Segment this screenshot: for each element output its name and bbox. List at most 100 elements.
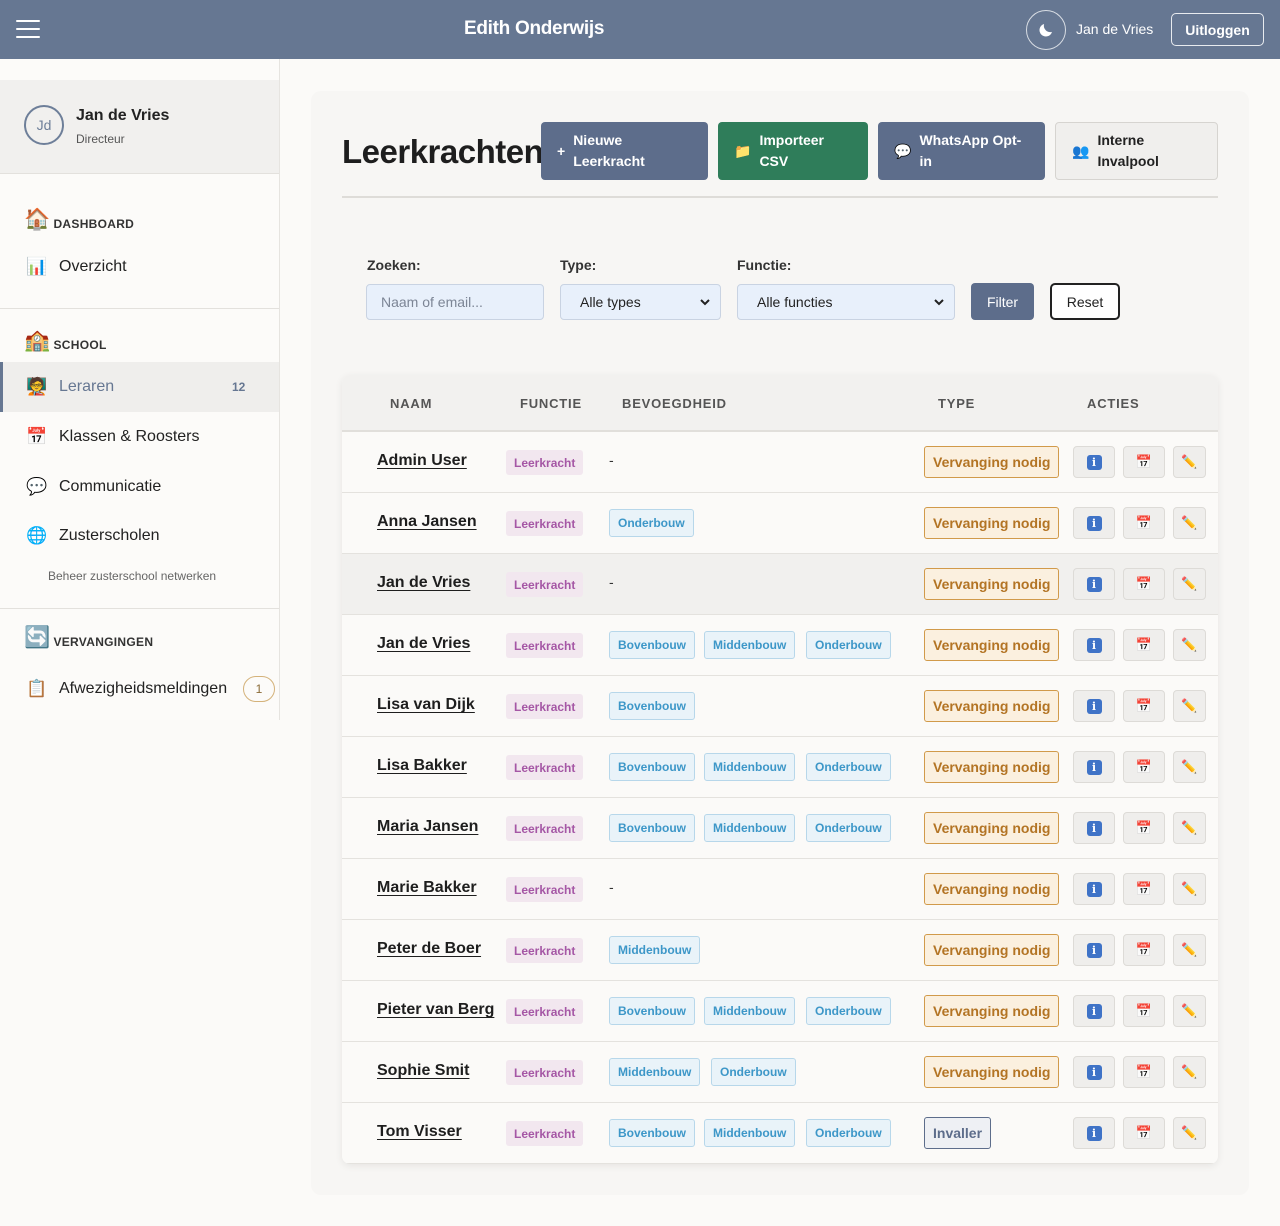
info-button[interactable]: i [1073, 507, 1115, 539]
hamburger-icon[interactable] [16, 20, 40, 40]
teacher-name-link[interactable]: Tom Visser [377, 1123, 462, 1141]
reset-button[interactable]: Reset [1050, 283, 1120, 320]
sidebar-item-label: Zusterscholen [59, 527, 160, 544]
filter-button[interactable]: Filter [971, 283, 1034, 320]
teacher-name-link[interactable]: Marie Bakker [377, 879, 477, 897]
new-teacher-button[interactable]: + Nieuwe Leerkracht [541, 122, 708, 180]
teacher-name-link[interactable]: Sophie Smit [377, 1062, 469, 1080]
schedule-button[interactable]: 📅 [1123, 873, 1165, 905]
teacher-name-link[interactable]: Peter de Boer [377, 940, 481, 958]
whatsapp-optin-button[interactable]: 💬 WhatsApp Opt-in [878, 122, 1045, 180]
column-header-naam[interactable]: NAAM [390, 396, 432, 411]
info-button[interactable]: i [1073, 568, 1115, 600]
column-header-functie[interactable]: FUNCTIE [520, 396, 582, 411]
qualification-badge: Bovenbouw [609, 631, 695, 659]
function-badge: Leerkracht [506, 450, 584, 475]
type-badge: Vervanging nodig [924, 690, 1060, 722]
info-button[interactable]: i [1073, 1056, 1115, 1088]
moon-icon [1039, 24, 1052, 37]
info-button[interactable]: i [1073, 873, 1115, 905]
info-button[interactable]: i [1073, 934, 1115, 966]
edit-button[interactable]: ✏️ [1173, 1117, 1206, 1149]
edit-button[interactable]: ✏️ [1173, 934, 1206, 966]
teacher-name-link[interactable]: Anna Jansen [377, 513, 477, 531]
globe-icon: 🌐 [26, 526, 48, 545]
info-button[interactable]: i [1073, 995, 1115, 1027]
sidebar-item-communicatie[interactable]: 💬 Communicatie [0, 462, 279, 512]
schedule-button[interactable]: 📅 [1123, 446, 1165, 478]
edit-button[interactable]: ✏️ [1173, 751, 1206, 783]
edit-button[interactable]: ✏️ [1173, 568, 1206, 600]
teacher-name-link[interactable]: Lisa Bakker [377, 757, 467, 775]
sidebar-item-afwezigheid[interactable]: 📋 Afwezigheidsmeldingen 1 [0, 664, 279, 714]
import-csv-button[interactable]: 📁 Importeer CSV [718, 122, 868, 180]
schedule-button[interactable]: 📅 [1123, 995, 1165, 1027]
schedule-button[interactable]: 📅 [1123, 1056, 1165, 1088]
type-badge: Vervanging nodig [924, 568, 1060, 600]
theme-toggle-button[interactable] [1026, 10, 1066, 50]
type-badge: Vervanging nodig [924, 812, 1060, 844]
calendar-icon: 📅 [1135, 576, 1153, 591]
pencil-icon: ✏️ [1181, 759, 1198, 774]
schedule-button[interactable]: 📅 [1123, 751, 1165, 783]
type-select[interactable]: Alle types [560, 284, 721, 320]
column-header-bevoegdheid[interactable]: BEVOEGDHEID [622, 396, 727, 411]
search-input[interactable]: Naam of email... [366, 284, 544, 320]
pencil-icon: ✏️ [1181, 820, 1198, 835]
logout-button[interactable]: Uitloggen [1171, 13, 1264, 46]
calendar-icon: 📅 [1135, 1003, 1153, 1018]
qualification-badge: Bovenbouw [609, 814, 695, 842]
edit-button[interactable]: ✏️ [1173, 629, 1206, 661]
teacher-name-link[interactable]: Lisa van Dijk [377, 696, 475, 714]
function-badge: Leerkracht [506, 633, 584, 658]
info-button[interactable]: i [1073, 1117, 1115, 1149]
section-school-label: SCHOOL [53, 338, 107, 352]
teacher-name-link[interactable]: Admin User [377, 452, 467, 470]
info-icon: i [1086, 637, 1102, 653]
info-button[interactable]: i [1073, 446, 1115, 478]
schedule-button[interactable]: 📅 [1123, 1117, 1165, 1149]
edit-button[interactable]: ✏️ [1173, 873, 1206, 905]
section-school: 🏫 SCHOOL [24, 329, 107, 353]
info-button[interactable]: i [1073, 690, 1115, 722]
function-select[interactable]: Alle functies [737, 284, 955, 320]
section-dashboard: 🏠 DASHBOARD [24, 208, 134, 232]
type-badge: Vervanging nodig [924, 1056, 1060, 1088]
column-header-type[interactable]: TYPE [938, 396, 975, 411]
teacher-name-link[interactable]: Maria Jansen [377, 818, 478, 836]
schedule-button[interactable]: 📅 [1123, 934, 1165, 966]
schedule-button[interactable]: 📅 [1123, 812, 1165, 844]
edit-button[interactable]: ✏️ [1173, 690, 1206, 722]
teacher-name-link[interactable]: Jan de Vries [377, 574, 470, 592]
qualification-badge: Onderbouw [806, 631, 891, 659]
chevron-down-icon [700, 299, 710, 306]
schedule-button[interactable]: 📅 [1123, 629, 1165, 661]
sidebar-item-overzicht[interactable]: 📊 Overzicht [0, 242, 279, 292]
edit-button[interactable]: ✏️ [1173, 446, 1206, 478]
schedule-button[interactable]: 📅 [1123, 690, 1165, 722]
sidebar-item-zusterscholen[interactable]: 🌐 Zusterscholen [0, 511, 279, 561]
house-icon: 🏠 [24, 208, 51, 231]
sidebar-item-label: Communicatie [59, 478, 162, 495]
edit-button[interactable]: ✏️ [1173, 995, 1206, 1027]
edit-button[interactable]: ✏️ [1173, 812, 1206, 844]
sidebar-item-klassen[interactable]: 📅 Klassen & Roosters [0, 412, 279, 462]
function-badge: Leerkracht [506, 816, 584, 841]
teacher-name-link[interactable]: Jan de Vries [377, 635, 470, 653]
edit-button[interactable]: ✏️ [1173, 1056, 1206, 1088]
schedule-button[interactable]: 📅 [1123, 507, 1165, 539]
info-button[interactable]: i [1073, 629, 1115, 661]
schedule-button[interactable]: 📅 [1123, 568, 1165, 600]
pencil-icon: ✏️ [1181, 637, 1198, 652]
school-building-icon: 🏫 [24, 329, 51, 352]
type-badge: Vervanging nodig [924, 507, 1060, 539]
sidebar-item-leraren[interactable]: 🧑‍🏫 Leraren 12 [0, 362, 279, 412]
teacher-name-link[interactable]: Pieter van Berg [377, 1001, 494, 1019]
info-button[interactable]: i [1073, 812, 1115, 844]
info-button[interactable]: i [1073, 751, 1115, 783]
sidebar-item-label: Afwezigheidsmeldingen [59, 680, 228, 697]
header-user-name: Jan de Vries [1076, 21, 1154, 37]
internal-invalpool-button[interactable]: 👥 Interne Invalpool [1055, 122, 1218, 180]
calendar-icon: 📅 [1135, 1125, 1153, 1140]
edit-button[interactable]: ✏️ [1173, 507, 1206, 539]
